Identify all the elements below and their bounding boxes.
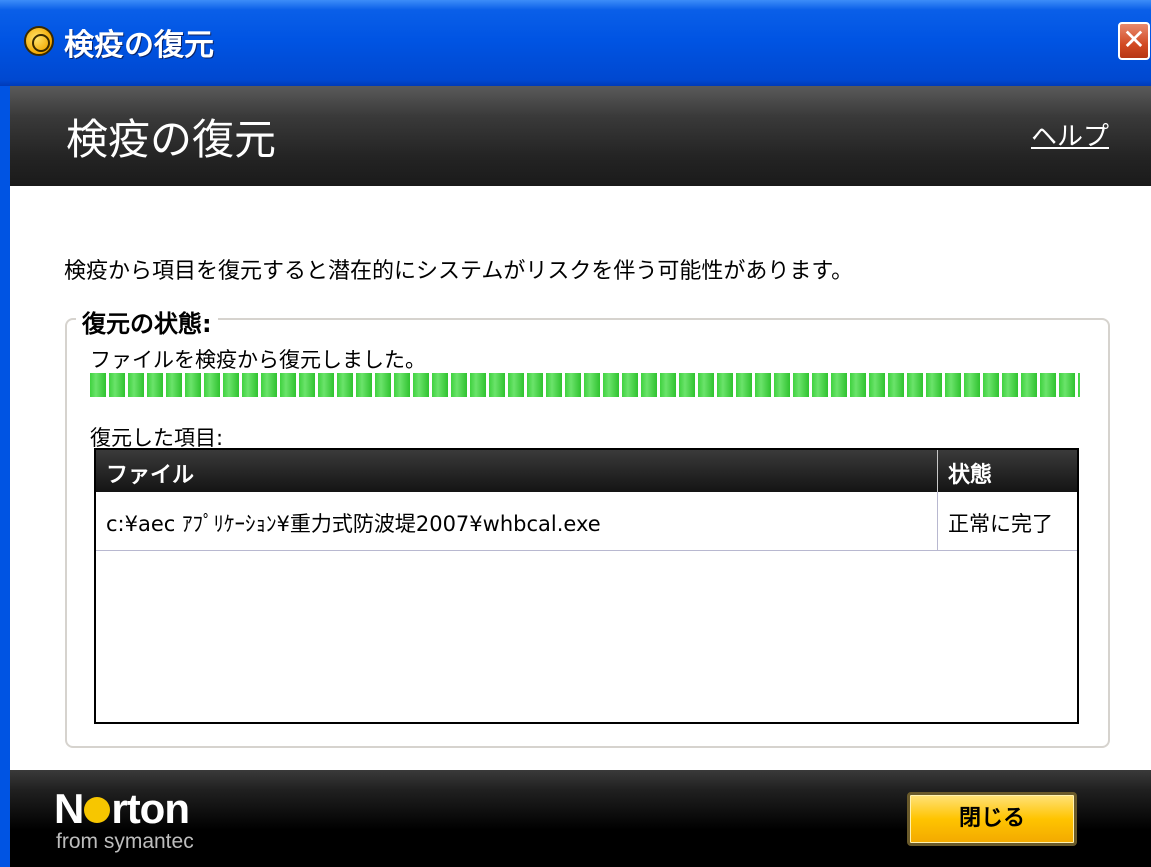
norton-o-icon <box>84 796 111 823</box>
column-header-file[interactable]: ファイル <box>106 457 194 489</box>
dialog-client-area: 検疫の復元 ヘルプ 検疫から項目を復元すると潜在的にシステムがリスクを伴う可能性… <box>10 86 1151 867</box>
logo-subtitle: from symantec <box>56 830 194 853</box>
close-icon: ✕ <box>1122 23 1146 56</box>
title-bar[interactable]: 検疫の復元 ✕ <box>0 0 1151 86</box>
table-row[interactable]: c:¥aec ｱﾌﾟﾘｹｰｼｮﾝ¥重力式防波堤2007¥whbcal.exe 正… <box>96 492 1077 551</box>
file-path-cell: c:¥aec ｱﾌﾟﾘｹｰｼｮﾝ¥重力式防波堤2007¥whbcal.exe <box>106 512 601 536</box>
progress-bar <box>90 373 1080 397</box>
column-divider[interactable] <box>937 450 938 492</box>
restored-items-table: ファイル 状態 c:¥aec ｱﾌﾟﾘｹｰｼｮﾝ¥重力式防波堤2007¥whbc… <box>94 448 1079 724</box>
help-link[interactable]: ヘルプ <box>1031 116 1109 153</box>
logo-letters-rest: rton <box>111 785 190 832</box>
footer-band: Nrton from symantec 閉じる <box>10 770 1151 867</box>
table-header: ファイル 状態 <box>96 450 1077 492</box>
progress-fill <box>90 373 1080 397</box>
cell-divider <box>937 492 938 550</box>
restore-dialog-window: 検疫の復元 ✕ 検疫の復元 ヘルプ 検疫から項目を復元すると潜在的にシステムがリ… <box>0 0 1151 867</box>
header-band: 検疫の復元 ヘルプ <box>10 86 1151 186</box>
column-header-status[interactable]: 状態 <box>948 457 992 489</box>
norton-logo: Nrton <box>54 785 190 832</box>
page-title: 検疫の復元 <box>66 115 277 164</box>
status-cell: 正常に完了 <box>948 512 1053 536</box>
group-title: 復元の状態: <box>76 304 218 339</box>
logo-letter-n: N <box>54 785 84 832</box>
window-close-button[interactable]: ✕ <box>1118 22 1150 60</box>
status-message: ファイルを検疫から復元しました。 <box>90 348 426 372</box>
window-title: 検疫の復元 <box>64 28 214 63</box>
warning-text: 検疫から項目を復元すると潜在的にシステムがリスクを伴う可能性があります。 <box>64 259 854 284</box>
norton-globe-icon <box>24 26 54 56</box>
close-button[interactable]: 閉じる <box>907 792 1077 846</box>
